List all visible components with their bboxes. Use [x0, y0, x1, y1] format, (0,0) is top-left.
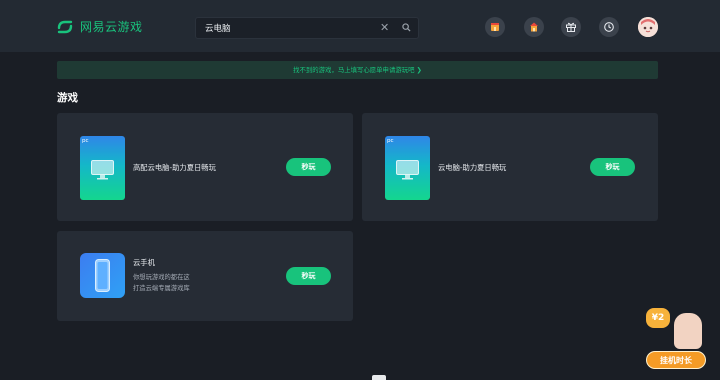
logo[interactable]: 网易云游戏: [56, 18, 143, 35]
instant-play-button[interactable]: 秒玩: [286, 267, 331, 285]
shop-icon[interactable]: [485, 17, 505, 37]
phone-icon: [95, 259, 110, 292]
description-line: 打造云端专属游戏库: [133, 284, 190, 292]
cloud-pc-thumbnail: pc: [80, 136, 125, 200]
promo-label: 挂机时长: [646, 351, 706, 369]
game-title: 云手机: [133, 258, 155, 267]
scroll-indicator[interactable]: [372, 375, 386, 380]
game-description: 你想玩游戏的都在这 打造云端专属游戏库: [133, 273, 190, 294]
platform-badge: pc: [387, 138, 394, 144]
section-title: 游戏: [57, 92, 78, 104]
instant-play-button[interactable]: 秒玩: [590, 158, 635, 176]
cloud-phone-thumbnail: [80, 253, 125, 298]
game-card-cloud-pc[interactable]: pc 云电脑-助力夏日畅玩 秒玩: [362, 113, 658, 221]
platform-badge: pc: [82, 138, 89, 144]
clear-icon[interactable]: ✕: [380, 21, 389, 35]
cloud-pc-thumbnail: pc: [385, 136, 430, 200]
logo-text: 网易云游戏: [80, 20, 143, 34]
monitor-icon: [396, 160, 419, 180]
history-clock-icon[interactable]: [599, 17, 619, 37]
top-navigation-bar: 网易云游戏 ✕: [0, 0, 720, 52]
gift-icon[interactable]: [561, 17, 581, 37]
instant-play-button[interactable]: 秒玩: [286, 158, 331, 176]
game-title: 高配云电脑-助力夏日畅玩: [133, 163, 216, 172]
game-title: 云电脑-助力夏日畅玩: [438, 163, 507, 172]
search-icon[interactable]: [402, 23, 411, 32]
user-avatar[interactable]: [638, 17, 658, 37]
search-input[interactable]: [196, 18, 375, 38]
store-icon[interactable]: [524, 17, 544, 37]
game-card-cloud-phone[interactable]: 云手机 你想玩游戏的都在这 打造云端专属游戏库 秒玩: [57, 231, 353, 321]
mascot-illustration: [674, 313, 702, 349]
wishlist-notice-link[interactable]: 找不到的游戏，马上填写心愿单申请游玩吧 ❯: [57, 61, 658, 79]
idle-time-promo-widget[interactable]: ¥2 挂机时长: [640, 303, 710, 373]
reward-badge: ¥2: [646, 308, 670, 328]
logo-mark-icon: [57, 20, 73, 33]
description-line: 你想玩游戏的都在这: [133, 274, 190, 281]
monitor-icon: [91, 160, 114, 180]
game-card-high-spec-cloud-pc[interactable]: pc 高配云电脑-助力夏日畅玩 秒玩: [57, 113, 353, 221]
search-box: ✕: [195, 17, 419, 39]
